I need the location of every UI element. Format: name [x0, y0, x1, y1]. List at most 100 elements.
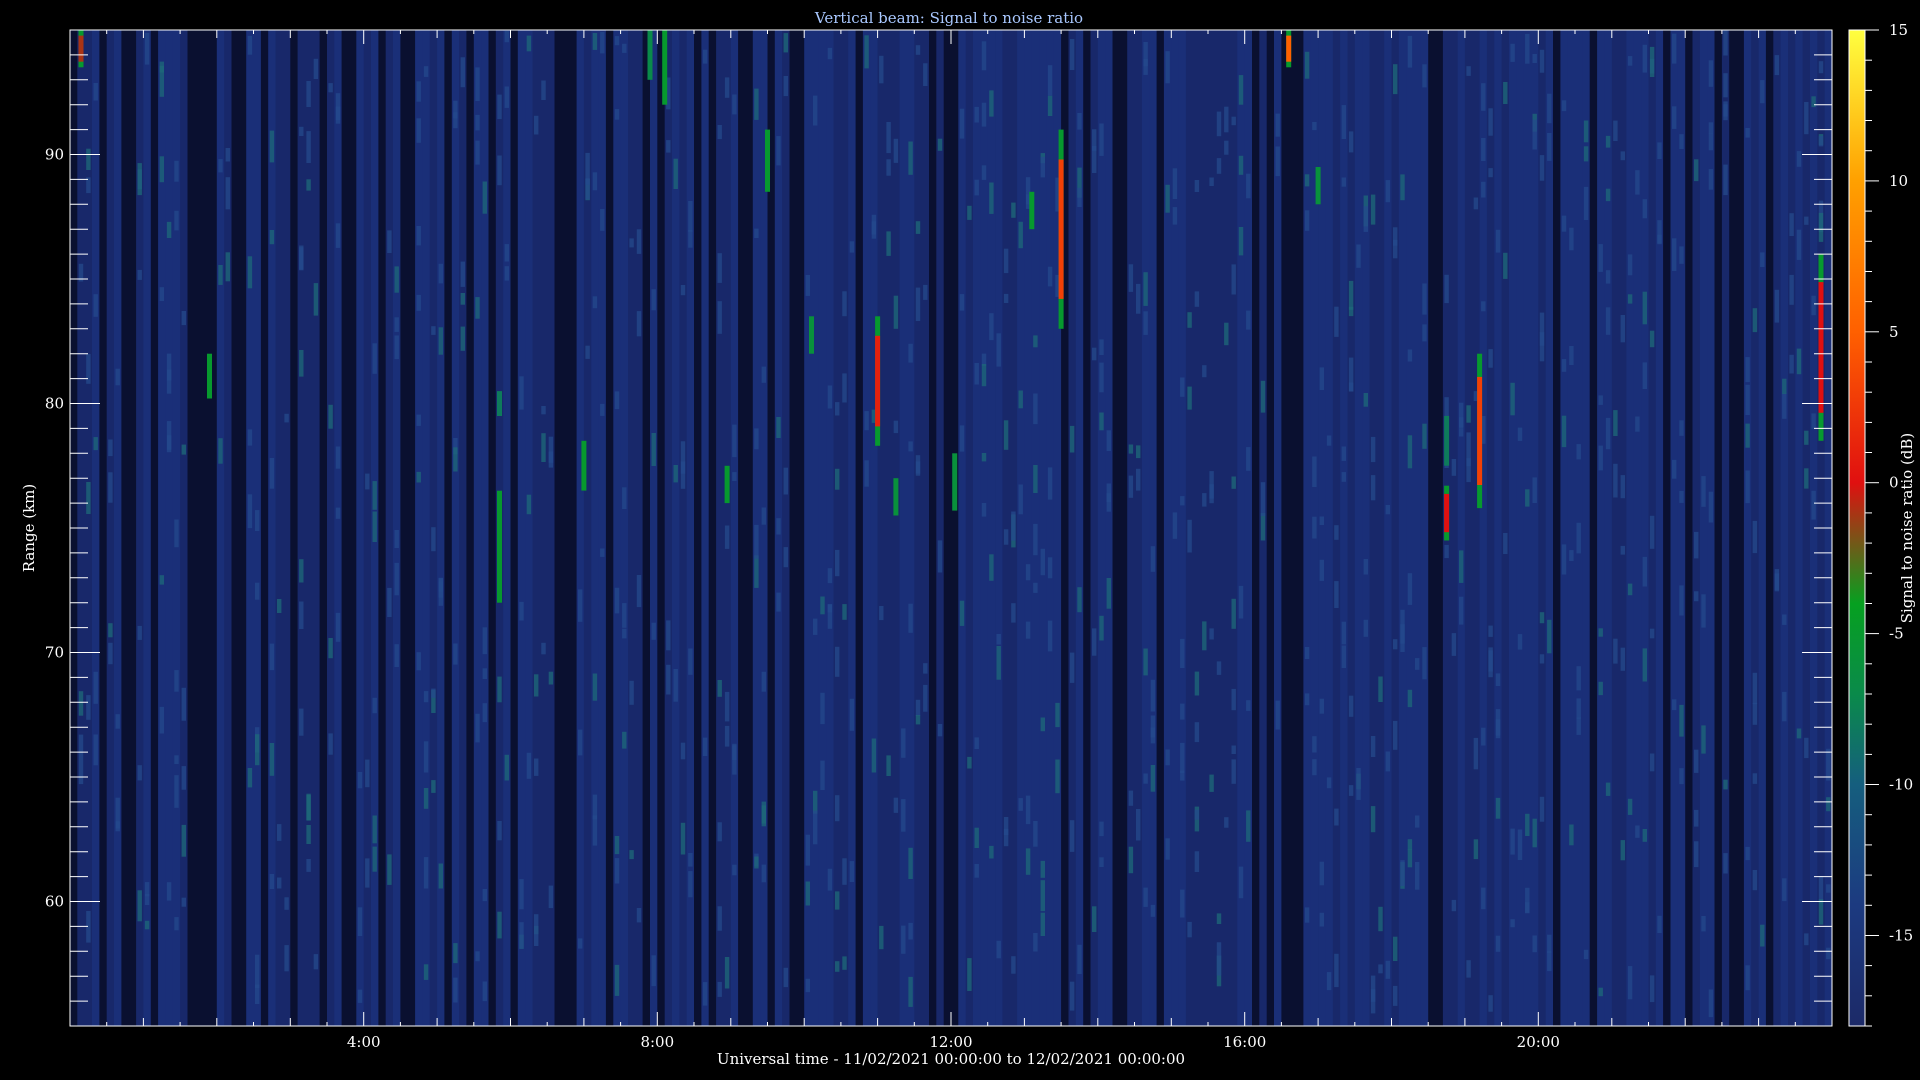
noise-speck	[269, 458, 275, 489]
noise-speck	[416, 652, 421, 671]
noise-speck	[1128, 475, 1134, 498]
heatmap-column	[92, 30, 100, 1026]
noise-speck	[813, 810, 818, 845]
noise-speck	[438, 327, 443, 355]
noise-speck	[1657, 915, 1662, 933]
heatmap-column	[1141, 30, 1150, 1026]
noise-speck	[1194, 671, 1200, 696]
noise-speck	[864, 35, 869, 69]
noise-speck	[1811, 295, 1816, 316]
noise-speck	[989, 313, 994, 341]
noise-speck	[879, 606, 884, 621]
noise-speck	[1047, 620, 1053, 652]
heatmap-column	[620, 30, 629, 1026]
noise-speck	[1319, 698, 1324, 714]
noise-speck	[688, 648, 693, 675]
heatmap-column	[1545, 30, 1554, 1026]
noise-speck	[1679, 246, 1684, 264]
noise-speck	[1246, 447, 1251, 471]
noise-speck	[299, 126, 304, 136]
noise-speck	[886, 231, 891, 256]
noise-speck	[313, 283, 319, 316]
noise-speck	[144, 893, 150, 905]
noise-speck	[284, 897, 289, 910]
noise-speck	[1106, 430, 1111, 451]
noise-speck	[299, 245, 304, 270]
echo-core	[875, 335, 881, 427]
noise-speck	[460, 293, 465, 305]
noise-speck	[1202, 621, 1207, 651]
noise-speck	[1348, 280, 1354, 310]
heatmap-column	[393, 30, 401, 1026]
noise-speck	[1649, 753, 1655, 772]
noise-speck	[78, 691, 84, 716]
heatmap-column	[451, 30, 460, 1026]
noise-speck	[893, 138, 899, 163]
noise-speck	[174, 755, 179, 764]
colorbar-tick-label: 10	[1889, 172, 1908, 190]
noise-speck	[1069, 39, 1075, 70]
noise-speck	[1752, 520, 1758, 554]
heatmap-column	[943, 30, 952, 1026]
noise-speck	[893, 420, 899, 434]
noise-speck	[1150, 679, 1156, 712]
noise-speck	[1481, 301, 1486, 312]
noise-speck	[1348, 785, 1354, 796]
noise-speck	[166, 221, 172, 238]
noise-speck	[1143, 311, 1148, 335]
noise-speck	[1804, 216, 1809, 225]
heatmap-column	[1119, 30, 1128, 1026]
noise-speck	[989, 554, 994, 581]
heatmap-column	[290, 30, 298, 1026]
noise-speck	[1231, 688, 1236, 711]
noise-speck	[159, 287, 164, 301]
noise-speck	[1099, 857, 1104, 867]
noise-speck	[1003, 293, 1009, 303]
noise-speck	[1635, 416, 1640, 432]
noise-speck	[1400, 860, 1405, 886]
noise-speck	[1018, 390, 1023, 409]
noise-speck	[724, 725, 730, 747]
heatmap-column	[503, 30, 511, 1026]
heatmap-column	[128, 30, 137, 1026]
noise-speck	[1672, 33, 1677, 64]
colorbar-label: Signal to noise ratio (dB)	[1898, 433, 1916, 624]
noise-speck	[981, 364, 987, 387]
noise-speck	[1304, 647, 1310, 659]
noise-speck	[1789, 274, 1794, 305]
noise-speck	[717, 822, 722, 842]
noise-speck	[724, 77, 730, 98]
noise-speck	[1642, 362, 1647, 389]
heatmap-column	[569, 30, 577, 1026]
heatmap-column	[1641, 30, 1649, 1026]
noise-speck	[423, 788, 429, 809]
heatmap-column	[1597, 30, 1605, 1026]
noise-speck	[1583, 186, 1589, 220]
noise-speck	[1385, 751, 1390, 772]
heatmap-column	[1347, 30, 1356, 1026]
noise-speck	[1143, 773, 1148, 784]
heatmap-column	[1788, 30, 1796, 1026]
noise-speck	[908, 976, 913, 1007]
noise-speck	[1393, 720, 1398, 750]
heatmap-column	[1046, 30, 1055, 1026]
noise-speck	[1642, 199, 1647, 219]
noise-speck	[614, 587, 620, 614]
noise-speck	[967, 756, 972, 769]
noise-speck	[137, 765, 142, 781]
noise-speck	[1055, 702, 1060, 728]
noise-speck	[269, 643, 275, 671]
heatmap-column	[1105, 30, 1113, 1026]
noise-speck	[1334, 306, 1339, 337]
noise-speck	[416, 118, 421, 143]
noise-speck	[1106, 578, 1111, 609]
colorbar-tick-label: -10	[1889, 776, 1913, 794]
noise-speck	[115, 714, 120, 729]
noise-speck	[937, 138, 943, 151]
noise-speck	[1047, 65, 1053, 96]
noise-speck	[1752, 702, 1758, 725]
noise-speck	[1752, 773, 1758, 784]
noise-speck	[1642, 44, 1647, 73]
heatmap-column	[547, 30, 555, 1026]
noise-speck	[717, 906, 722, 931]
